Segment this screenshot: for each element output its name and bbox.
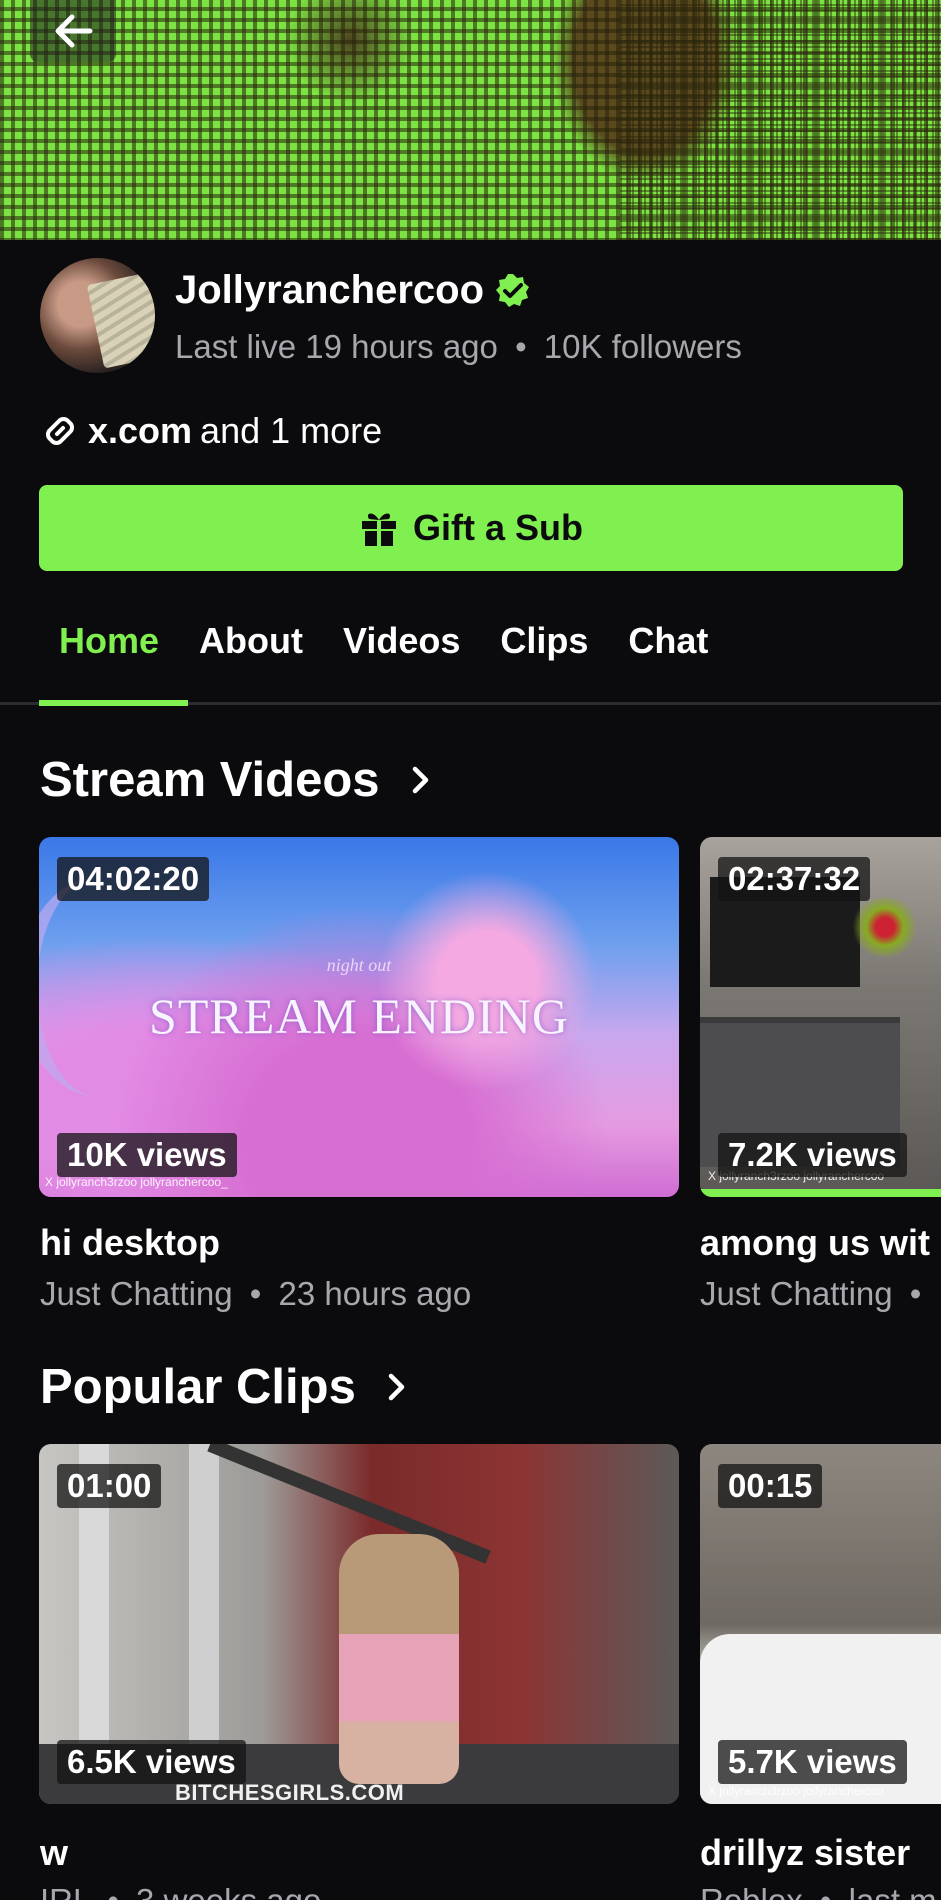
clip-category[interactable]: IRL [40,1882,90,1900]
tab-videos[interactable]: Videos [343,620,460,680]
chevron-right-icon [412,766,428,794]
clip-card[interactable]: X jollyranch3rzoo jollyranchercoo 00:15 … [700,1444,941,1804]
watermark: BITCHESGIRLS.COM [175,1780,405,1805]
username-text: Jollyranchercoo [175,268,485,312]
followers-count: 10K followers [543,328,742,365]
gift-icon [362,513,396,546]
duration-badge: 00:15 [718,1464,823,1508]
chevron-right-icon [388,1373,405,1401]
video-card[interactable]: X jollyranch3rzoo jollyranchercoo 02:37:… [700,837,941,1197]
gift-sub-label: Gift a Sub [413,507,583,548]
meta-separator: • [107,1882,119,1900]
last-live-text: Last live 19 hours ago [175,328,498,365]
active-tab-indicator [39,700,188,706]
meta-separator: • [820,1882,832,1900]
primary-link[interactable]: x.com [88,410,192,452]
back-button[interactable] [30,0,116,62]
stream-videos-header[interactable]: Stream Videos [40,752,432,808]
clip-age: 3 weeks ago [136,1882,321,1900]
clip-card[interactable]: 01:00 6.5K views [39,1444,679,1804]
more-links[interactable]: and 1 more [200,410,382,452]
video-card[interactable]: night out STREAM ENDING X jollyranch3rzo… [39,837,679,1197]
watch-progress-bar [700,1189,941,1197]
video-meta: Just Chatting • 23 hours ago [40,1275,471,1313]
channel-links[interactable]: x.com and 1 more [40,410,382,452]
arrow-left-icon [55,14,93,48]
verified-badge-icon [496,273,530,307]
views-badge: 10K views [57,1133,237,1177]
avatar-image [86,272,155,369]
video-title[interactable]: hi desktop [40,1222,220,1264]
video-title[interactable]: among us wit [700,1222,930,1264]
video-age: 23 hours ago [278,1275,472,1312]
channel-meta: Last live 19 hours ago • 10K followers [175,328,742,366]
link-icon [46,417,74,445]
thumbnail-subtext: night out [326,955,392,975]
channel-tabs: Home About Videos Clips Chat [40,620,748,680]
tab-chat[interactable]: Chat [628,620,708,680]
clip-title[interactable]: drillyz sister [700,1832,910,1874]
popular-clips-title: Popular Clips [40,1360,356,1414]
tab-about[interactable]: About [199,620,303,680]
tab-clips[interactable]: Clips [500,620,588,680]
meta-separator: • [249,1275,262,1312]
video-category[interactable]: Just Chatting [700,1275,893,1312]
gift-sub-button[interactable]: Gift a Sub [39,485,903,571]
thumbnail-text: STREAM ENDING [149,988,569,1044]
video-meta: Just Chatting • [700,1275,929,1313]
clip-title[interactable]: w [40,1832,68,1874]
thumbnail-flowers [850,897,920,957]
thumbnail-person [339,1534,459,1784]
duration-badge: 01:00 [57,1464,162,1508]
thumbnail-handles: X jollyranch3rzoo jollyranchercoo [708,1784,885,1798]
thumbnail-handles: X jollyranch3rzoo jollyranchercoo_ [45,1175,228,1189]
channel-page: Jollyranchercoo Last live 19 hours ago •… [0,0,941,1900]
video-category[interactable]: Just Chatting [40,1275,233,1312]
channel-banner [0,0,941,240]
popular-clips-header[interactable]: Popular Clips [40,1359,408,1415]
clip-meta: IRL • 3 weeks ago [40,1882,321,1900]
views-badge: 5.7K views [718,1740,907,1784]
duration-badge: 02:37:32 [718,857,871,901]
views-badge: 7.2K views [718,1133,907,1177]
channel-name: Jollyranchercoo [175,268,532,313]
meta-separator: • [515,328,527,365]
avatar[interactable] [40,258,155,373]
tab-home[interactable]: Home [59,620,159,680]
clip-category[interactable]: Roblox [700,1882,803,1900]
meta-separator: • [909,1275,922,1312]
views-badge: 6.5K views [57,1740,246,1784]
duration-badge: 04:02:20 [57,857,210,901]
clip-meta: Roblox • last m [700,1882,937,1900]
stream-videos-title: Stream Videos [40,753,380,807]
clip-age: last m [849,1882,937,1900]
banner-texture [620,0,941,240]
